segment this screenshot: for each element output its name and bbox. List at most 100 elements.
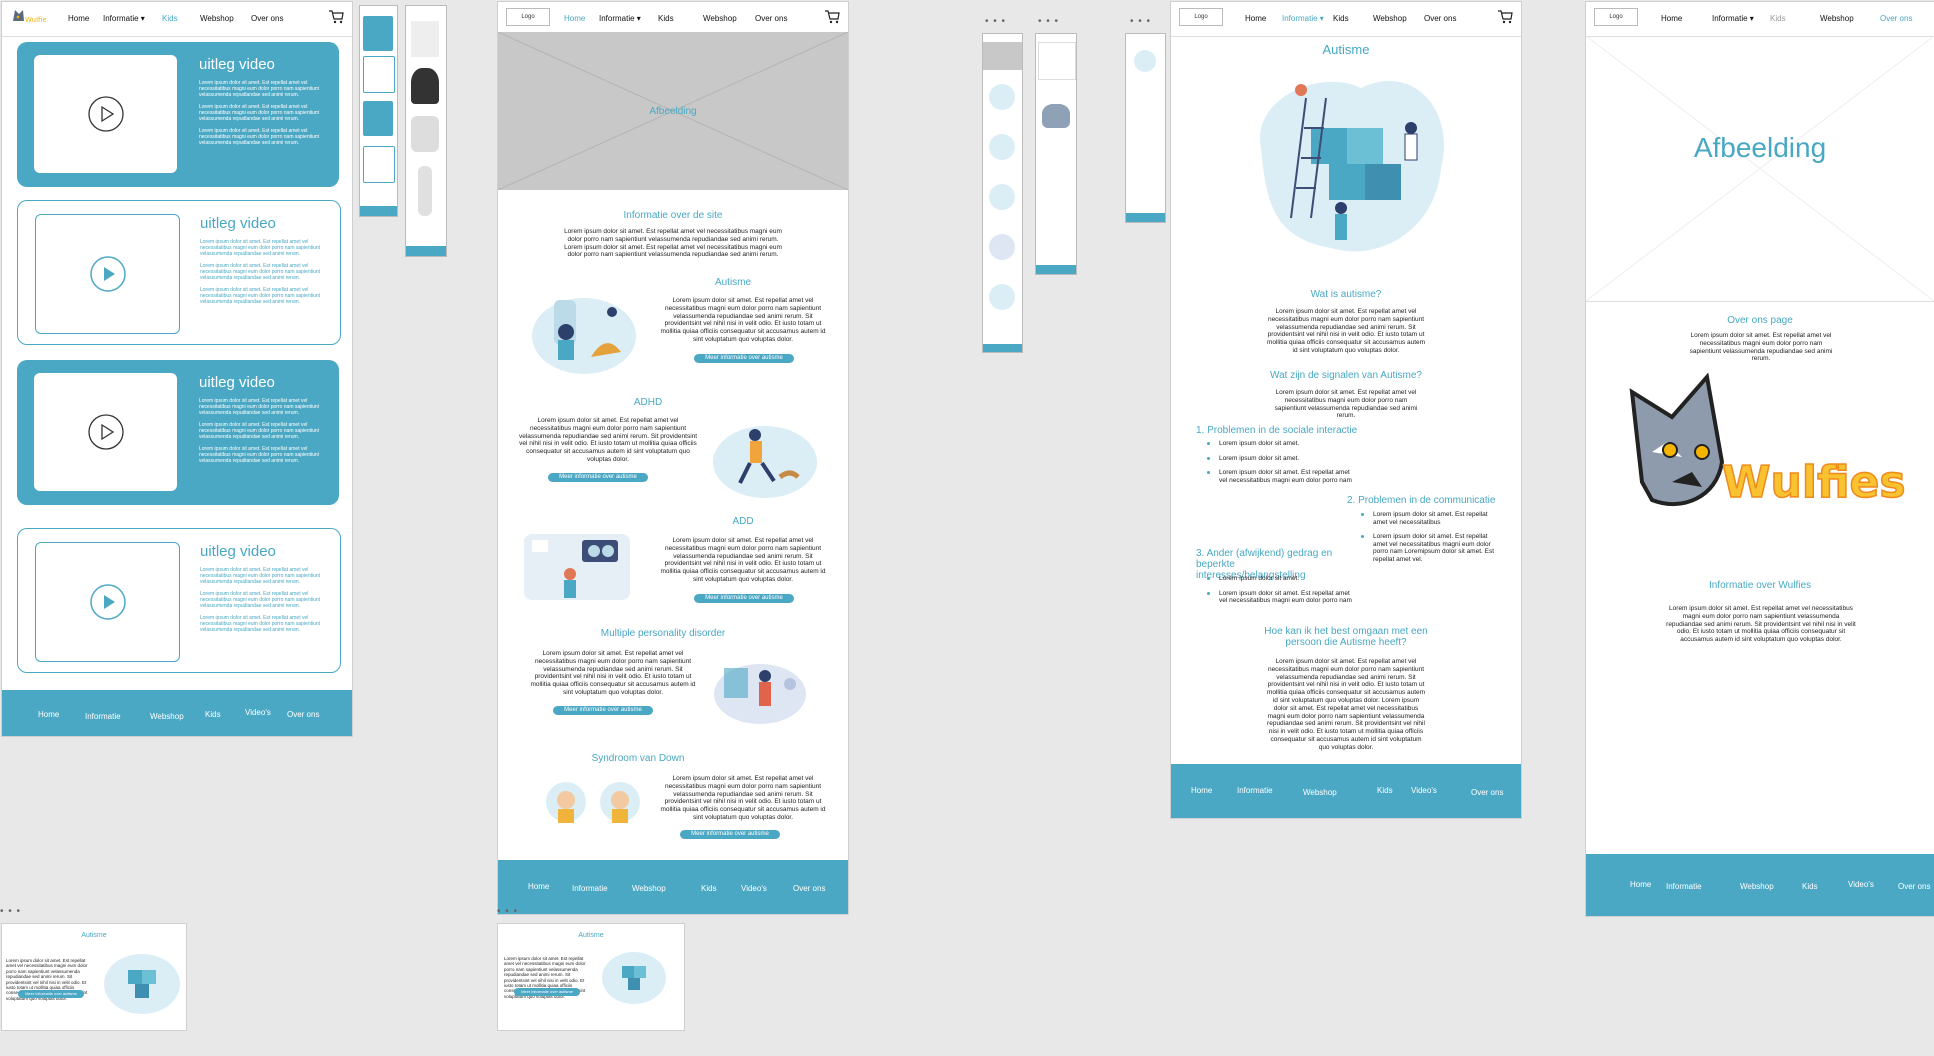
list-item: Lorem ipsum dolor sit amet.: [1205, 455, 1355, 463]
footer-videos[interactable]: Video's: [741, 884, 767, 893]
more-info-button[interactable]: Meer informatie over autisme: [694, 594, 794, 603]
autisme-card-board: Autisme Lorem ipsum dolor sit amet. Est …: [2, 924, 186, 1030]
signal-list: Lorem ipsum dolor sit amet. Lorem ipsum …: [1205, 575, 1355, 612]
cart-icon[interactable]: [1497, 10, 1513, 24]
nav-webshop[interactable]: Webshop: [1373, 14, 1407, 23]
footer-home[interactable]: Home: [528, 882, 549, 891]
footer-over-ons[interactable]: Over ons: [793, 884, 825, 893]
logo-placeholder[interactable]: Logo: [1179, 8, 1223, 26]
nav-webshop[interactable]: Webshop: [703, 14, 737, 23]
more-info-button[interactable]: Meer informatie over autisme: [18, 990, 84, 998]
logo-placeholder[interactable]: Logo: [1594, 8, 1638, 26]
more-info-button[interactable]: Meer informatie over autisme: [514, 988, 580, 996]
artboard-menu-dots[interactable]: • • •: [497, 906, 518, 917]
footer-videos[interactable]: Video's: [1848, 880, 1874, 889]
wulfies-logo[interactable]: Wulfies: [10, 7, 46, 25]
nav-informatie[interactable]: Informatie ▾: [103, 14, 145, 23]
footer-over-ons[interactable]: Over ons: [1898, 882, 1930, 891]
footer: Home Informatie Webshop Kids Video's Ove…: [498, 860, 848, 914]
footer-home[interactable]: Home: [1630, 880, 1651, 889]
mobile-artboard-over-ons[interactable]: [1036, 34, 1076, 274]
artboard-menu-dots[interactable]: • • •: [985, 16, 1006, 27]
nav-over-ons[interactable]: Over ons: [1880, 14, 1912, 23]
footer-webshop[interactable]: Webshop: [1740, 882, 1774, 891]
question-text: Lorem ipsum dolor sit amet. Est repellat…: [1266, 658, 1426, 751]
cart-icon[interactable]: [824, 10, 840, 24]
nav-webshop[interactable]: Webshop: [200, 14, 234, 23]
nav-kids[interactable]: Kids: [658, 14, 674, 23]
video-player[interactable]: [34, 373, 177, 491]
nav-home[interactable]: Home: [1661, 14, 1682, 23]
nav-kids[interactable]: Kids: [1770, 14, 1786, 23]
nav-informatie[interactable]: Informatie ▾: [1282, 14, 1324, 23]
nav-informatie[interactable]: Informatie ▾: [1712, 14, 1754, 23]
nav-over-ons[interactable]: Over ons: [251, 14, 283, 23]
section-text-adhd: Lorem ipsum dolor sit amet. Est repellat…: [518, 417, 698, 463]
nav-kids[interactable]: Kids: [1333, 14, 1349, 23]
video-player[interactable]: [35, 542, 180, 662]
list-title: 1. Problemen in de sociale interactie: [1196, 425, 1358, 436]
artboard-thumbnail[interactable]: [406, 6, 446, 256]
puzzle-illustration-icon: [602, 952, 666, 1004]
page-title: Autisme: [1322, 42, 1370, 57]
question-text: Lorem ipsum dolor sit amet. Est repellat…: [1274, 389, 1418, 420]
puzzle-illustration-icon: [1260, 80, 1444, 252]
nav-kids[interactable]: Kids: [162, 14, 178, 23]
footer-webshop[interactable]: Webshop: [1303, 788, 1337, 797]
nav-over-ons[interactable]: Over ons: [755, 14, 787, 23]
artboard-thumbnail[interactable]: [360, 6, 397, 216]
video-title: uitleg video: [200, 215, 276, 232]
logo-placeholder[interactable]: Logo: [506, 8, 550, 26]
footer: Home Informatie Webshop Kids Video's Ove…: [1171, 764, 1521, 818]
footer-informatie[interactable]: Informatie: [85, 712, 121, 721]
nav-home[interactable]: Home: [68, 14, 89, 23]
footer-over-ons[interactable]: Over ons: [1471, 788, 1503, 797]
wulfies-logo: Wulfies: [1629, 372, 1906, 509]
footer-webshop[interactable]: Webshop: [150, 712, 184, 721]
mobile-artboard-home[interactable]: [983, 34, 1022, 352]
nav-home[interactable]: Home: [564, 14, 585, 23]
play-icon[interactable]: [89, 255, 127, 293]
footer-kids[interactable]: Kids: [205, 710, 221, 719]
play-icon[interactable]: [87, 413, 125, 451]
list-item: Lorem ipsum dolor sit amet. Est repellat…: [1205, 590, 1355, 605]
footer-kids[interactable]: Kids: [701, 884, 717, 893]
footer-informatie[interactable]: Informatie: [1666, 882, 1702, 891]
artboard-menu-dots[interactable]: • • •: [1038, 16, 1059, 27]
footer-informatie[interactable]: Informatie: [1237, 786, 1273, 795]
mobile-artboard-autisme[interactable]: [1126, 34, 1165, 222]
more-info-button[interactable]: Meer informatie over autisme: [680, 830, 780, 839]
footer-videos[interactable]: Video's: [245, 708, 271, 717]
more-info-button[interactable]: Meer informatie over autisme: [694, 354, 794, 363]
artboard-menu-dots[interactable]: • • •: [0, 906, 21, 917]
more-info-button[interactable]: Meer informatie over autisme: [548, 473, 648, 482]
video-player[interactable]: [34, 55, 177, 173]
hero-image-placeholder: Afbeelding: [1586, 36, 1934, 302]
nav-home[interactable]: Home: [1245, 14, 1266, 23]
cart-icon[interactable]: [328, 10, 344, 24]
footer-home[interactable]: Home: [1191, 786, 1212, 795]
play-icon[interactable]: [87, 95, 125, 133]
footer-kids[interactable]: Kids: [1802, 882, 1818, 891]
more-info-button[interactable]: Meer informatie over autisme: [553, 706, 653, 715]
question-title: Wat zijn de signalen van Autisme?: [1270, 370, 1422, 381]
footer-informatie[interactable]: Informatie: [572, 884, 608, 893]
section-text: Lorem ipsum dolor sit amet. Est repellat…: [1689, 332, 1833, 363]
video-description: Lorem ipsum dolor sit amet. Est repellat…: [199, 398, 320, 464]
footer-over-ons[interactable]: Over ons: [287, 710, 319, 719]
list-title: 2. Problemen in de communicatie: [1347, 495, 1496, 506]
section-title-down: Syndroom van Down: [591, 753, 685, 764]
nav-webshop[interactable]: Webshop: [1820, 14, 1854, 23]
play-icon[interactable]: [89, 583, 127, 621]
section-title-mpd: Multiple personality disorder: [600, 628, 726, 639]
footer-webshop[interactable]: Webshop: [632, 884, 666, 893]
artboard-menu-dots[interactable]: • • •: [1130, 16, 1151, 27]
over-ons-page-board: Logo Home Informatie ▾ Kids Webshop Over…: [1586, 2, 1934, 916]
footer-home[interactable]: Home: [38, 710, 59, 719]
mpd-illustration-icon: [714, 664, 806, 724]
footer-kids[interactable]: Kids: [1377, 786, 1393, 795]
nav-informatie[interactable]: Informatie ▾: [599, 14, 641, 23]
nav-over-ons[interactable]: Over ons: [1424, 14, 1456, 23]
video-player[interactable]: [35, 214, 180, 334]
footer-videos[interactable]: Video's: [1411, 786, 1437, 795]
